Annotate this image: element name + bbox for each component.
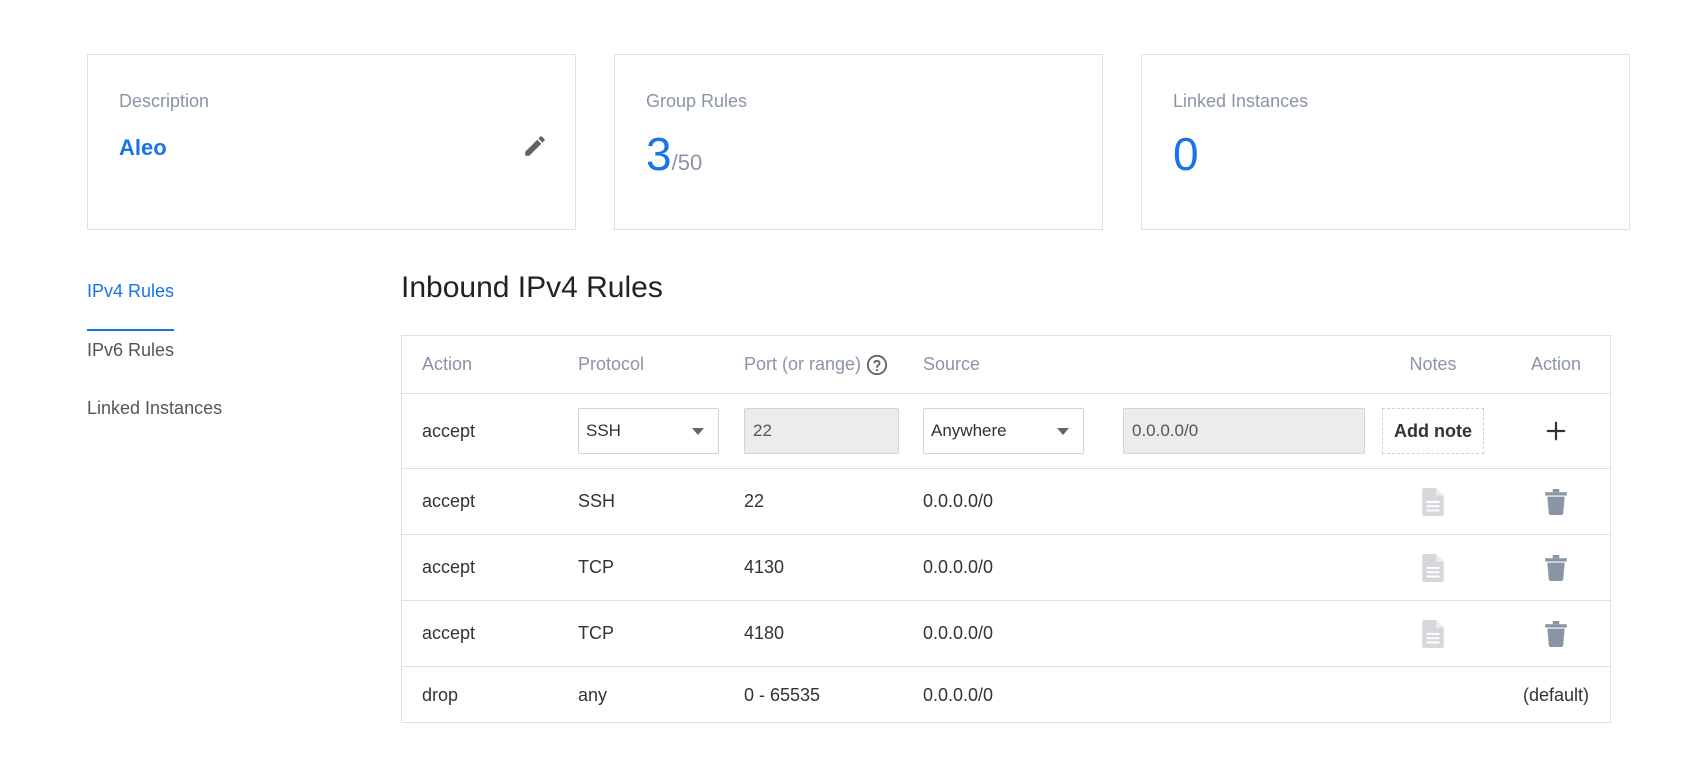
table-header: Action Protocol Port (or range) Source N… — [402, 336, 1610, 394]
add-note-button[interactable]: Add note — [1382, 408, 1484, 454]
document-icon[interactable] — [1422, 487, 1444, 516]
source-select[interactable]: Anywhere — [923, 408, 1084, 454]
row-port: 4180 — [744, 623, 785, 643]
linked-instances-label: Linked Instances — [1173, 91, 1309, 111]
default-row-source: 0.0.0.0/0 — [923, 684, 994, 705]
row-protocol: SSH — [578, 491, 616, 511]
row-port: 4130 — [744, 557, 785, 577]
protocol-select-value: SSH — [586, 421, 621, 440]
new-rule-notes-cell: Add note — [1382, 394, 1484, 468]
row-delete-cell — [1512, 535, 1600, 600]
description-card: Description Aleo — [87, 54, 576, 230]
header-action-2: Action — [1530, 354, 1582, 374]
table-row: accept TCP 4130 0.0.0.0/0 — [402, 535, 1610, 601]
section-title: Inbound IPv4 Rules — [401, 271, 663, 304]
new-rule-address-cell: 0.0.0.0/0 — [1123, 394, 1365, 468]
document-icon[interactable] — [1422, 553, 1444, 582]
trash-icon[interactable] — [1545, 620, 1567, 647]
row-notes-cell — [1382, 601, 1484, 666]
row-source: 0.0.0.0/0 — [923, 557, 994, 577]
pencil-icon[interactable] — [522, 133, 548, 159]
row-notes-cell — [1382, 535, 1484, 600]
plus-icon[interactable] — [1545, 420, 1567, 442]
new-rule-source-cell: Anywhere — [923, 394, 1084, 468]
address-input[interactable]: 0.0.0.0/0 — [1123, 408, 1365, 454]
row-action: accept — [422, 557, 476, 577]
protocol-select[interactable]: SSH — [578, 408, 719, 454]
header-port: Port (or range) — [744, 336, 888, 393]
header-action: Action — [422, 354, 473, 374]
row-notes-cell — [1382, 469, 1484, 534]
header-port-label: Port (or range) — [744, 354, 862, 374]
new-rule-action: accept — [422, 420, 476, 441]
header-notes: Notes — [1409, 354, 1457, 374]
default-row-port: 0 - 65535 — [744, 684, 821, 705]
row-protocol: TCP — [578, 623, 614, 643]
side-nav: IPv4 Rules IPv6 Rules Linked Instances — [87, 281, 222, 456]
document-icon[interactable] — [1422, 619, 1444, 648]
new-rule-row: accept SSH 22 Anywhere 0.0.0.0/0 Add not… — [402, 394, 1610, 469]
default-row-label: (default) — [1522, 684, 1590, 705]
group-rules-label: Group Rules — [646, 91, 748, 111]
row-protocol: TCP — [578, 557, 614, 577]
row-action: accept — [422, 623, 476, 643]
row-action: accept — [422, 491, 476, 511]
group-rules-count: 3/50 — [646, 131, 702, 177]
row-delete-cell — [1512, 469, 1600, 534]
group-rules-card: Group Rules 3/50 — [614, 54, 1103, 230]
group-rules-limit: /50 — [671, 150, 703, 175]
row-source: 0.0.0.0/0 — [923, 623, 994, 643]
side-nav-item-linked-instances[interactable]: Linked Instances — [87, 398, 222, 420]
trash-icon[interactable] — [1545, 488, 1567, 515]
group-rules-current: 3 — [646, 128, 672, 180]
description-label: Description — [119, 91, 210, 111]
new-rule-add-cell — [1512, 394, 1600, 468]
side-nav-item-ipv6-rules[interactable]: IPv6 Rules — [87, 340, 222, 362]
source-select-value: Anywhere — [931, 421, 1007, 440]
linked-instances-count: 0 — [1173, 128, 1199, 180]
trash-icon[interactable] — [1545, 554, 1567, 581]
linked-instances-card: Linked Instances 0 — [1141, 54, 1630, 230]
side-nav-item-ipv4-rules[interactable]: IPv4 Rules — [87, 281, 175, 331]
chevron-down-icon — [1057, 428, 1069, 435]
new-rule-protocol-cell: SSH — [578, 394, 719, 468]
header-protocol: Protocol — [578, 354, 645, 374]
row-port: 22 — [744, 491, 765, 511]
new-rule-port-cell: 22 — [744, 394, 899, 468]
table-row: accept TCP 4180 0.0.0.0/0 — [402, 601, 1610, 667]
row-source: 0.0.0.0/0 — [923, 491, 994, 511]
table-row: accept SSH 22 0.0.0.0/0 — [402, 469, 1610, 535]
default-row-protocol: any — [578, 684, 608, 705]
default-row: drop any 0 - 65535 0.0.0.0/0 (default) — [402, 667, 1610, 723]
chevron-down-icon — [692, 428, 704, 435]
description-value: Aleo — [119, 135, 167, 160]
default-row-action: drop — [422, 684, 459, 705]
question-circle-icon[interactable] — [866, 354, 888, 376]
port-input[interactable]: 22 — [744, 408, 899, 454]
row-delete-cell — [1512, 601, 1600, 666]
rules-table: Action Protocol Port (or range) Source N… — [401, 335, 1611, 723]
header-source: Source — [923, 354, 981, 374]
